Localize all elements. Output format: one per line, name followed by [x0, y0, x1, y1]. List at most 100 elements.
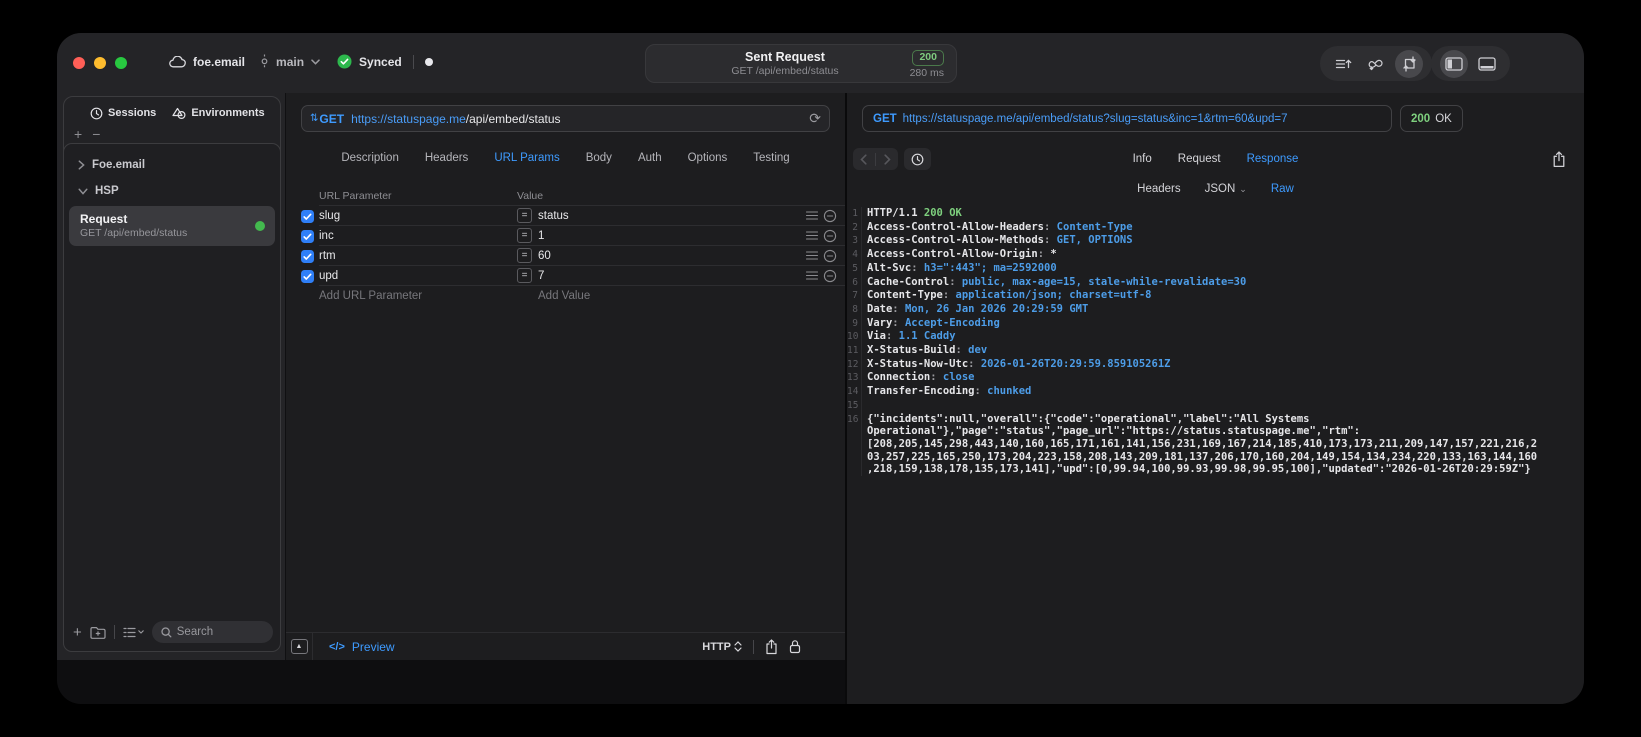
- line-number: 3: [847, 234, 862, 249]
- add-value-placeholder[interactable]: Add Value: [538, 290, 590, 302]
- protocol-label: HTTP: [702, 640, 731, 653]
- line-number: 1: [847, 207, 862, 221]
- chevron-down-icon[interactable]: [311, 58, 320, 65]
- request-url-bar[interactable]: ⇅ GET https://statuspage.me/api/embed/st…: [301, 105, 830, 132]
- request-method[interactable]: GET: [319, 112, 344, 126]
- row-options-icon[interactable]: [803, 271, 821, 280]
- param-name-field[interactable]: upd: [319, 270, 517, 282]
- line-number: 4: [847, 248, 862, 262]
- tab-response[interactable]: Response: [1247, 153, 1299, 165]
- param-checkbox[interactable]: [301, 249, 314, 263]
- request-tree: Foe.email HSP Request GET /api/embed/sta…: [63, 143, 281, 652]
- tab-description[interactable]: Description: [341, 149, 399, 167]
- activity-pill[interactable]: Sent Request GET /api/embed/status 200 2…: [645, 44, 957, 83]
- line-content: Access-Control-Allow-Headers: Content-Ty…: [867, 220, 1133, 233]
- add-request-button[interactable]: +: [73, 624, 82, 641]
- line-number: 2: [847, 220, 862, 235]
- response-status-code: 200: [1411, 112, 1431, 125]
- tab-options[interactable]: Options: [688, 149, 728, 167]
- tree-group-hsp[interactable]: HSP: [64, 178, 280, 204]
- tab-request[interactable]: Request: [1178, 153, 1221, 165]
- cloud-icon: [169, 55, 186, 68]
- method-stepper-icon[interactable]: ⇅: [310, 113, 318, 124]
- sort-lines-icon[interactable]: [1329, 50, 1357, 78]
- param-checkbox[interactable]: [301, 209, 314, 223]
- toggle-sidebar-icon[interactable]: [1440, 49, 1468, 78]
- loop-flow-icon[interactable]: [1362, 50, 1390, 78]
- param-name-field[interactable]: rtm: [319, 250, 517, 262]
- tab-headers[interactable]: Headers: [1137, 183, 1180, 195]
- add-url-parameter-placeholder[interactable]: Add URL Parameter: [319, 290, 538, 302]
- tab-info[interactable]: Info: [1133, 153, 1152, 165]
- equals-operator-badge: =: [517, 228, 532, 243]
- code-line: 8 Date: Mon, 26 Jan 2026 20:29:59 GMT: [847, 302, 1584, 317]
- request-url-host: https://statuspage.me: [351, 111, 466, 126]
- tab-headers[interactable]: Headers: [425, 149, 468, 167]
- add-param-row[interactable]: Add URL Parameter Add Value: [286, 286, 845, 306]
- code-line: 13 Connection: close: [847, 371, 1584, 386]
- duration-label: 280 ms: [909, 67, 944, 79]
- response-raw-view[interactable]: 1 HTTP/1.1 200 OK 2 Access-Control-Allow-He…: [847, 207, 1584, 704]
- export-response-icon[interactable]: [1552, 150, 1566, 168]
- row-remove-icon[interactable]: [821, 249, 839, 263]
- sidebar-tab-sessions[interactable]: Sessions: [90, 107, 156, 120]
- line-number: 10: [847, 330, 862, 345]
- tab-json[interactable]: JSON ⌄: [1205, 183, 1247, 195]
- zoom-window-button[interactable]: [115, 57, 127, 69]
- row-options-icon[interactable]: [803, 231, 821, 240]
- row-options-icon[interactable]: [803, 211, 821, 220]
- protocol-stepper[interactable]: HTTP: [702, 641, 742, 653]
- sidebar-tab-environments[interactable]: Environments: [172, 107, 265, 120]
- param-value-field[interactable]: 60: [538, 250, 803, 262]
- param-checkbox[interactable]: [301, 269, 314, 283]
- param-name-field[interactable]: inc: [319, 230, 517, 242]
- line-number: 12: [847, 357, 862, 372]
- sync-status[interactable]: Synced: [359, 55, 402, 69]
- param-checkbox[interactable]: [301, 229, 314, 243]
- remove-session-button[interactable]: −: [92, 126, 100, 142]
- toggle-bottom-panel-icon[interactable]: [1473, 50, 1501, 78]
- line-number: 7: [847, 289, 862, 303]
- param-name-field[interactable]: slug: [319, 210, 517, 222]
- code-line: 12 X-Status-Now-Utc: 2026-01-26T20:29:59.…: [847, 357, 1584, 372]
- branch-name[interactable]: main: [276, 55, 304, 69]
- import-export-icon[interactable]: [1395, 49, 1423, 78]
- add-session-button[interactable]: +: [74, 126, 82, 142]
- line-content: Date: Mon, 26 Jan 2026 20:29:59 GMT: [867, 302, 1089, 315]
- project-name[interactable]: foe.email: [193, 55, 245, 69]
- search-input[interactable]: Search: [151, 621, 273, 643]
- resend-refresh-icon[interactable]: ⟳: [809, 110, 821, 127]
- new-folder-icon[interactable]: [90, 626, 106, 639]
- tab-auth[interactable]: Auth: [638, 149, 662, 167]
- share-icon[interactable]: [765, 638, 778, 655]
- row-remove-icon[interactable]: [821, 229, 839, 243]
- param-value-field[interactable]: 7: [538, 270, 803, 282]
- response-url-box[interactable]: GET https://statuspage.me/api/embed/stat…: [862, 105, 1392, 132]
- list-style-icon[interactable]: [123, 627, 144, 638]
- param-value-field[interactable]: 1: [538, 230, 803, 242]
- row-remove-icon[interactable]: [821, 269, 839, 283]
- tab-raw[interactable]: Raw: [1271, 183, 1294, 195]
- group-label: Foe.email: [92, 159, 146, 171]
- search-icon: [161, 626, 172, 638]
- minimize-window-button[interactable]: [94, 57, 106, 69]
- tab-url-params[interactable]: URL Params: [494, 149, 559, 167]
- updown-chevrons-icon: [734, 641, 742, 652]
- active-indicator-dot: [255, 221, 265, 231]
- tab-body[interactable]: Body: [586, 149, 612, 167]
- line-content: Access-Control-Allow-Methods: GET, OPTIO…: [867, 234, 1133, 247]
- tab-testing[interactable]: Testing: [753, 149, 789, 167]
- row-remove-icon[interactable]: [821, 209, 839, 223]
- collapse-panel-button[interactable]: ▲: [286, 633, 313, 660]
- close-window-button[interactable]: [73, 57, 85, 69]
- preview-button[interactable]: </> Preview: [329, 640, 395, 654]
- request-url-path: /api/embed/status: [465, 111, 561, 126]
- row-options-icon[interactable]: [803, 251, 821, 260]
- line-content: X-Status-Now-Utc: 2026-01-26T20:29:59.85…: [867, 357, 1171, 370]
- tree-group-foe-email[interactable]: Foe.email: [64, 152, 280, 178]
- param-value-field[interactable]: status: [538, 210, 803, 222]
- code-line: 5 Alt-Svc: h3=":443"; ma=2592000: [847, 261, 1584, 276]
- activity-subtitle: GET /api/embed/status: [731, 64, 839, 77]
- line-number: 14: [847, 385, 862, 399]
- sidebar-request-item[interactable]: Request GET /api/embed/status: [69, 206, 275, 246]
